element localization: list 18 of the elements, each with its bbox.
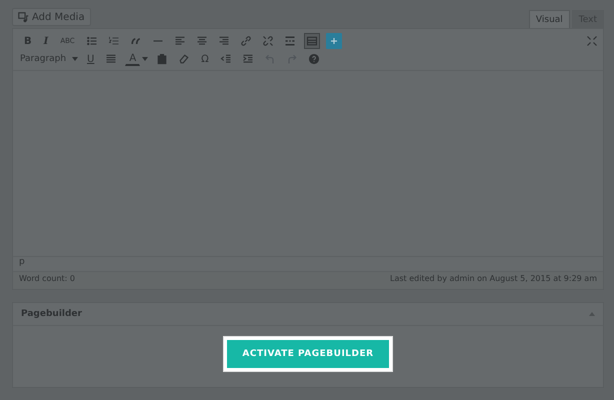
word-count: Word count: 0 <box>19 274 76 285</box>
format-button[interactable]: U <box>84 51 98 67</box>
editor-tab[interactable]: Visual <box>528 10 570 28</box>
format-button[interactable]: Ω <box>198 51 212 67</box>
format-button[interactable]: I <box>40 33 52 49</box>
caret-icon <box>142 57 148 61</box>
fullscreen-icon[interactable] <box>586 35 598 47</box>
panel-title: Pagebuilder <box>21 309 82 319</box>
media-icon <box>18 12 29 22</box>
caret-icon <box>72 57 78 61</box>
plus-icon[interactable] <box>326 33 342 49</box>
text-color-button[interactable]: A <box>125 52 140 66</box>
activate-pagebuilder-button[interactable]: ACTIVATE PAGEBUILDER <box>224 337 392 371</box>
element-path: p <box>19 257 25 267</box>
format-button[interactable]: B <box>21 33 35 49</box>
format-select[interactable]: Paragraph <box>17 52 78 66</box>
add-media-button[interactable]: Add Media <box>12 8 91 26</box>
toolbar-toggle-icon[interactable] <box>304 33 320 49</box>
